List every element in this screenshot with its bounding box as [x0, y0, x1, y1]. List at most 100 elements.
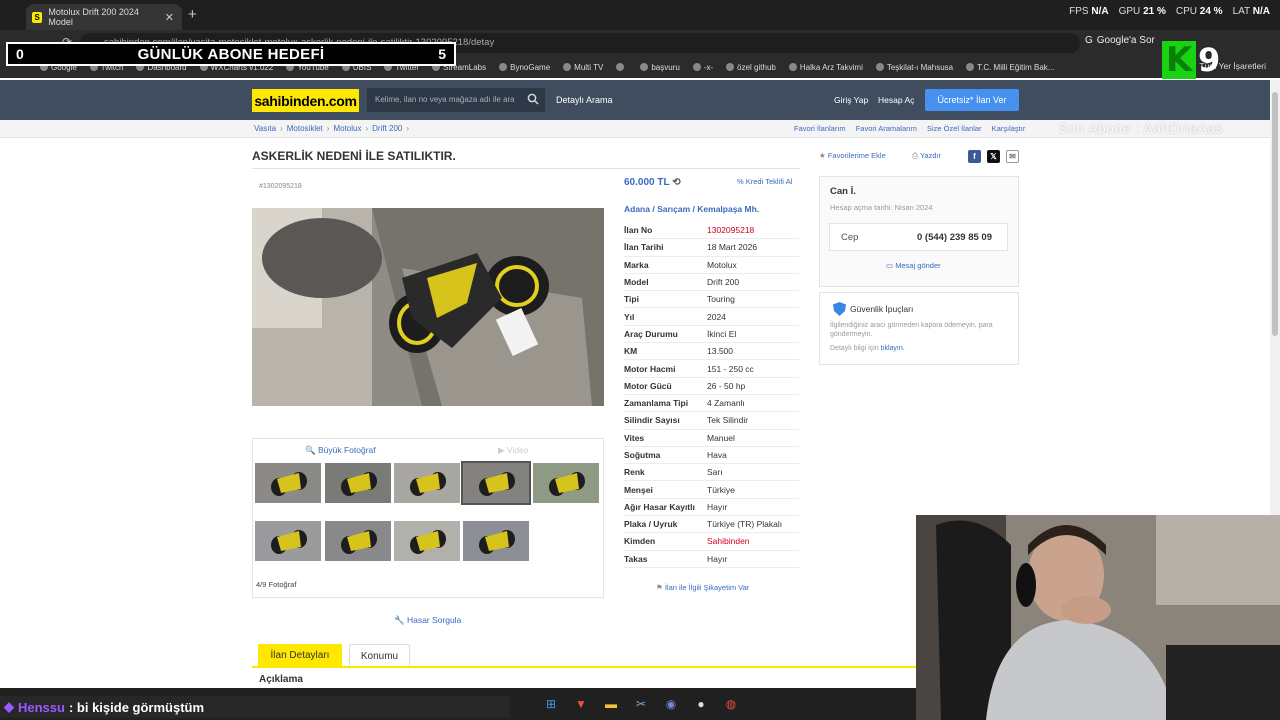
detail-key: Tipi: [624, 294, 639, 305]
price-history-icon[interactable]: ⟲: [672, 177, 680, 188]
seller-name[interactable]: Can İ.: [830, 186, 856, 197]
bookmark-label: özel github: [737, 62, 776, 72]
discord-icon[interactable]: ◉: [661, 693, 681, 715]
x-share-icon[interactable]: 𝕏: [987, 150, 1000, 163]
bookmark-item[interactable]: BynoGame: [499, 63, 550, 72]
bookmark-item[interactable]: Multi TV: [563, 63, 603, 72]
post-ad-button[interactable]: Ücretsiz* İlan Ver: [925, 89, 1019, 111]
damage-check-label: Hasar Sorgula: [406, 615, 462, 625]
tab-listing-details[interactable]: İlan Detayları: [258, 644, 342, 667]
detail-key: Soğutma: [624, 450, 661, 460]
big-photo-label: Büyük Fotoğraf: [317, 445, 376, 455]
gallery-panel: [252, 438, 604, 598]
credit-label: Kredi Teklifi Al: [745, 177, 793, 186]
bookmark-icon: [640, 63, 649, 71]
location-neighborhood[interactable]: Kemalpaşa Mh.: [697, 204, 759, 214]
shield-icon: [833, 302, 846, 316]
search-input[interactable]: Kelime, ilan no veya mağaza adı ile ara: [367, 88, 545, 112]
user-link[interactable]: Size Özel İlanlar: [927, 124, 982, 133]
tab-location[interactable]: Konumu: [349, 644, 410, 667]
file-explorer-icon[interactable]: ▬: [601, 693, 621, 715]
add-favorite-button[interactable]: ★ Favorilerime Ekle: [819, 151, 886, 160]
divider: [252, 168, 800, 169]
detail-row: Renk Sarı: [624, 464, 799, 482]
chrome-icon[interactable]: ◍: [721, 693, 741, 715]
breadcrumb-separator: ›: [326, 124, 330, 133]
location-city[interactable]: Adana: [624, 204, 650, 214]
chat-username: Henssu: [18, 699, 65, 715]
bookmark-item[interactable]: [616, 63, 627, 71]
user-link[interactable]: Favori İlanlarım: [794, 124, 846, 133]
snipping-tool-icon[interactable]: ✂: [631, 693, 651, 715]
google-sor-button[interactable]: G Google'a Sor: [1085, 35, 1155, 46]
damage-check-link[interactable]: 🔧 Hasar Sorgula: [394, 615, 461, 626]
scrollbar-thumb[interactable]: [1272, 92, 1278, 336]
site-logo[interactable]: sahibinden.com: [252, 89, 359, 112]
phone-number[interactable]: 0 (544) 239 85 09: [917, 232, 992, 243]
detailed-search-link[interactable]: Detaylı Arama: [556, 95, 613, 105]
new-tab-icon[interactable]: +: [188, 6, 197, 23]
browser-tab[interactable]: S Motolux Drift 200 2024 Model ✕: [26, 4, 182, 30]
detail-row: KM 13.500: [624, 343, 799, 361]
gallery-thumbnail[interactable]: [255, 463, 321, 503]
detail-key: Motor Hacmi: [624, 363, 676, 374]
email-share-icon[interactable]: ✉: [1006, 150, 1019, 163]
gallery-thumbnail[interactable]: [461, 461, 531, 505]
gallery-thumbnail[interactable]: [325, 463, 391, 503]
location-breadcrumb[interactable]: Adana / Sarıçam / Kemalpaşa Mh.: [624, 204, 759, 214]
chat-message: : bi kişide görmüştüm: [68, 699, 205, 715]
video-tab[interactable]: ▶ Video: [498, 445, 529, 456]
obs-icon[interactable]: ●: [691, 693, 711, 715]
credit-offer-link[interactable]: % Kredi Teklifi Al: [737, 177, 792, 186]
print-button[interactable]: ⎙ Yazdır: [912, 151, 941, 161]
user-link[interactable]: Favori Aramalarım: [856, 124, 917, 133]
brave-browser-icon[interactable]: ▼: [571, 693, 591, 715]
gallery-thumbnail[interactable]: [325, 521, 391, 561]
detail-value: 26 - 50 hp: [707, 380, 746, 391]
login-link[interactable]: Giriş Yap: [834, 95, 868, 105]
zoom-icon: 🔍: [305, 445, 316, 455]
register-link[interactable]: Hesap Aç: [878, 95, 914, 105]
big-photo-link[interactable]: 🔍 Büyük Fotoğraf: [305, 445, 376, 456]
bookmark-item[interactable]: T.C. Milli Eğitim Bak...: [966, 63, 1054, 72]
wrench-icon: 🔧: [394, 615, 405, 625]
detail-value: Türkiye (TR) Plakalı: [707, 519, 783, 530]
send-message-button[interactable]: ▭ Mesaj gönder: [886, 261, 941, 270]
breadcrumb-item[interactable]: Motolux: [333, 124, 361, 133]
breadcrumb-item[interactable]: Motosiklet: [287, 124, 323, 133]
gallery-thumbnail[interactable]: [394, 463, 460, 503]
detail-row: Zamanlama Tipi 4 Zamanlı: [624, 395, 799, 413]
detail-value: 4 Zamanlı: [707, 398, 745, 409]
search-icon[interactable]: [527, 93, 539, 105]
detail-row: Takas Hayır: [624, 551, 799, 568]
main-photo[interactable]: [252, 208, 604, 406]
send-message-label: Mesaj gönder: [895, 261, 941, 270]
detail-row: Motor Gücü 26 - 50 hp: [624, 378, 799, 395]
gallery-thumbnail[interactable]: [533, 463, 599, 503]
gallery-thumbnail[interactable]: [255, 521, 321, 561]
bookmark-item[interactable]: özel github: [726, 63, 776, 72]
breadcrumb-item[interactable]: Vasıta: [254, 124, 276, 133]
bookmark-label: Multi TV: [574, 62, 604, 72]
gallery-thumbnail[interactable]: [394, 521, 460, 561]
bookmark-icon: [499, 63, 508, 71]
gallery-thumbnail[interactable]: [463, 521, 529, 561]
windows-start-icon[interactable]: ⊞: [541, 693, 561, 715]
bookmark-item[interactable]: Halka Arz Takvimi: [788, 63, 863, 72]
complaint-link[interactable]: ⚑ İlan ile İlgili Şikayetim Var: [656, 583, 749, 592]
breadcrumb: Vasıta › Motosiklet › Motolux › Drift 200 ›: [254, 124, 409, 133]
user-link[interactable]: Karşılaştır: [992, 124, 1026, 133]
location-district[interactable]: Sarıçam: [657, 204, 690, 214]
bookmark-label: T.C. Milli Eğitim Bak...: [977, 62, 1055, 72]
breadcrumb-separator: ›: [280, 124, 283, 133]
breadcrumb-item[interactable]: Drift 200: [372, 124, 402, 133]
facebook-share-icon[interactable]: f: [968, 150, 981, 163]
close-tab-icon[interactable]: ✕: [165, 11, 174, 24]
sahibinden-favicon: S: [32, 11, 43, 23]
detail-row: Ağır Hasar Kayıtlı Hayır: [624, 499, 799, 517]
bookmark-item[interactable]: Teşkilat-ı Mahsusa: [875, 63, 953, 72]
safety-more-link[interactable]: tıklayın.: [881, 345, 905, 352]
bookmark-item[interactable]: başvuru: [640, 63, 680, 72]
bookmark-item[interactable]: -x-: [692, 63, 713, 72]
webcam-feed: [916, 515, 1280, 720]
